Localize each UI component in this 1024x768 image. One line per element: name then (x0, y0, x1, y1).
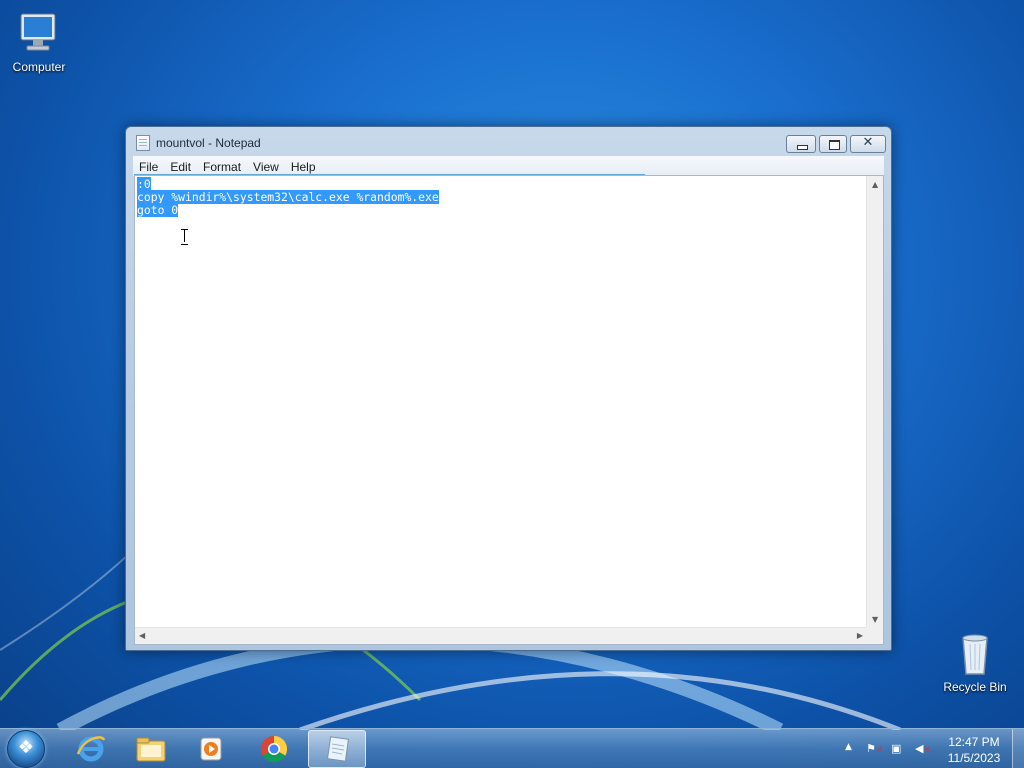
action-center-flag-icon[interactable]: ⚑✕ (866, 742, 883, 756)
network-icon[interactable]: ▣ (891, 742, 907, 756)
internet-explorer-icon (76, 736, 106, 762)
recycle-bin-icon (951, 630, 999, 678)
text-editor[interactable]: :0 copy %windir%\system32\calc.exe %rand… (134, 175, 884, 645)
menu-file[interactable]: File (133, 157, 164, 175)
menu-view[interactable]: View (247, 157, 285, 175)
scroll-up-icon[interactable]: ▲ (872, 180, 878, 189)
scroll-down-icon[interactable]: ▼ (872, 615, 878, 624)
title-bar[interactable]: mountvol - Notepad ✕ (126, 127, 891, 157)
menu-format[interactable]: Format (197, 157, 247, 175)
clock-date: 11/5/2023 (947, 751, 1001, 765)
desktop-icon-label: Recycle Bin (943, 680, 1007, 694)
text-line: copy %windir%\system32\calc.exe %random%… (137, 190, 439, 204)
ibeam-cursor-icon (181, 229, 188, 245)
desktop-icon-label: Computer (12, 60, 66, 74)
start-button[interactable] (7, 730, 45, 768)
show-desktop-button[interactable] (1012, 729, 1024, 768)
close-icon: ✕ (862, 135, 874, 150)
scroll-right-icon[interactable]: ▶ (857, 631, 863, 640)
clock-time: 12:47 PM (948, 735, 1000, 749)
notepad-icon (326, 736, 350, 762)
windows-explorer-icon (136, 737, 166, 762)
taskbar-notepad[interactable] (308, 730, 366, 768)
text-line: :0 (137, 177, 151, 191)
chrome-icon (260, 735, 288, 763)
show-hidden-icons-icon[interactable]: ▲ (845, 742, 861, 756)
notepad-window[interactable]: mountvol - Notepad ✕ File Edit Format View H… (125, 126, 892, 651)
taskbar-internet-explorer[interactable] (62, 730, 120, 768)
text-line: goto 0 (137, 203, 179, 217)
close-button[interactable]: ✕ (850, 135, 886, 153)
resize-grip-icon[interactable] (866, 627, 883, 644)
volume-muted-icon[interactable]: ◀✕ (915, 742, 931, 756)
taskbar-chrome[interactable] (245, 730, 303, 768)
text-content[interactable]: :0 copy %windir%\system32\calc.exe %rand… (135, 176, 867, 628)
taskbar: ▲ ⚑✕ ▣ ◀✕ 12:47 PM 11/5/2023 (0, 728, 1024, 768)
menu-bar: File Edit Format View Help (133, 156, 884, 176)
desktop-icon-computer[interactable]: Computer (1, 10, 77, 74)
notepad-icon (136, 135, 150, 151)
menu-edit[interactable]: Edit (164, 157, 197, 175)
system-clock[interactable]: 12:47 PM 11/5/2023 (938, 734, 1010, 766)
computer-icon (15, 10, 63, 58)
maximize-button[interactable] (819, 135, 847, 153)
vertical-scrollbar[interactable]: ▲ ▼ (866, 176, 883, 628)
minimize-button[interactable] (786, 135, 816, 153)
menu-help[interactable]: Help (285, 157, 322, 175)
taskbar-windows-explorer[interactable] (122, 730, 180, 768)
media-player-icon (200, 737, 222, 761)
horizontal-scrollbar[interactable]: ◀ ▶ (135, 627, 867, 644)
taskbar-media-player[interactable] (182, 730, 240, 768)
scroll-left-icon[interactable]: ◀ (139, 631, 145, 640)
window-title: mountvol - Notepad (156, 136, 261, 150)
desktop-icon-recycle-bin[interactable]: Recycle Bin (937, 630, 1013, 694)
